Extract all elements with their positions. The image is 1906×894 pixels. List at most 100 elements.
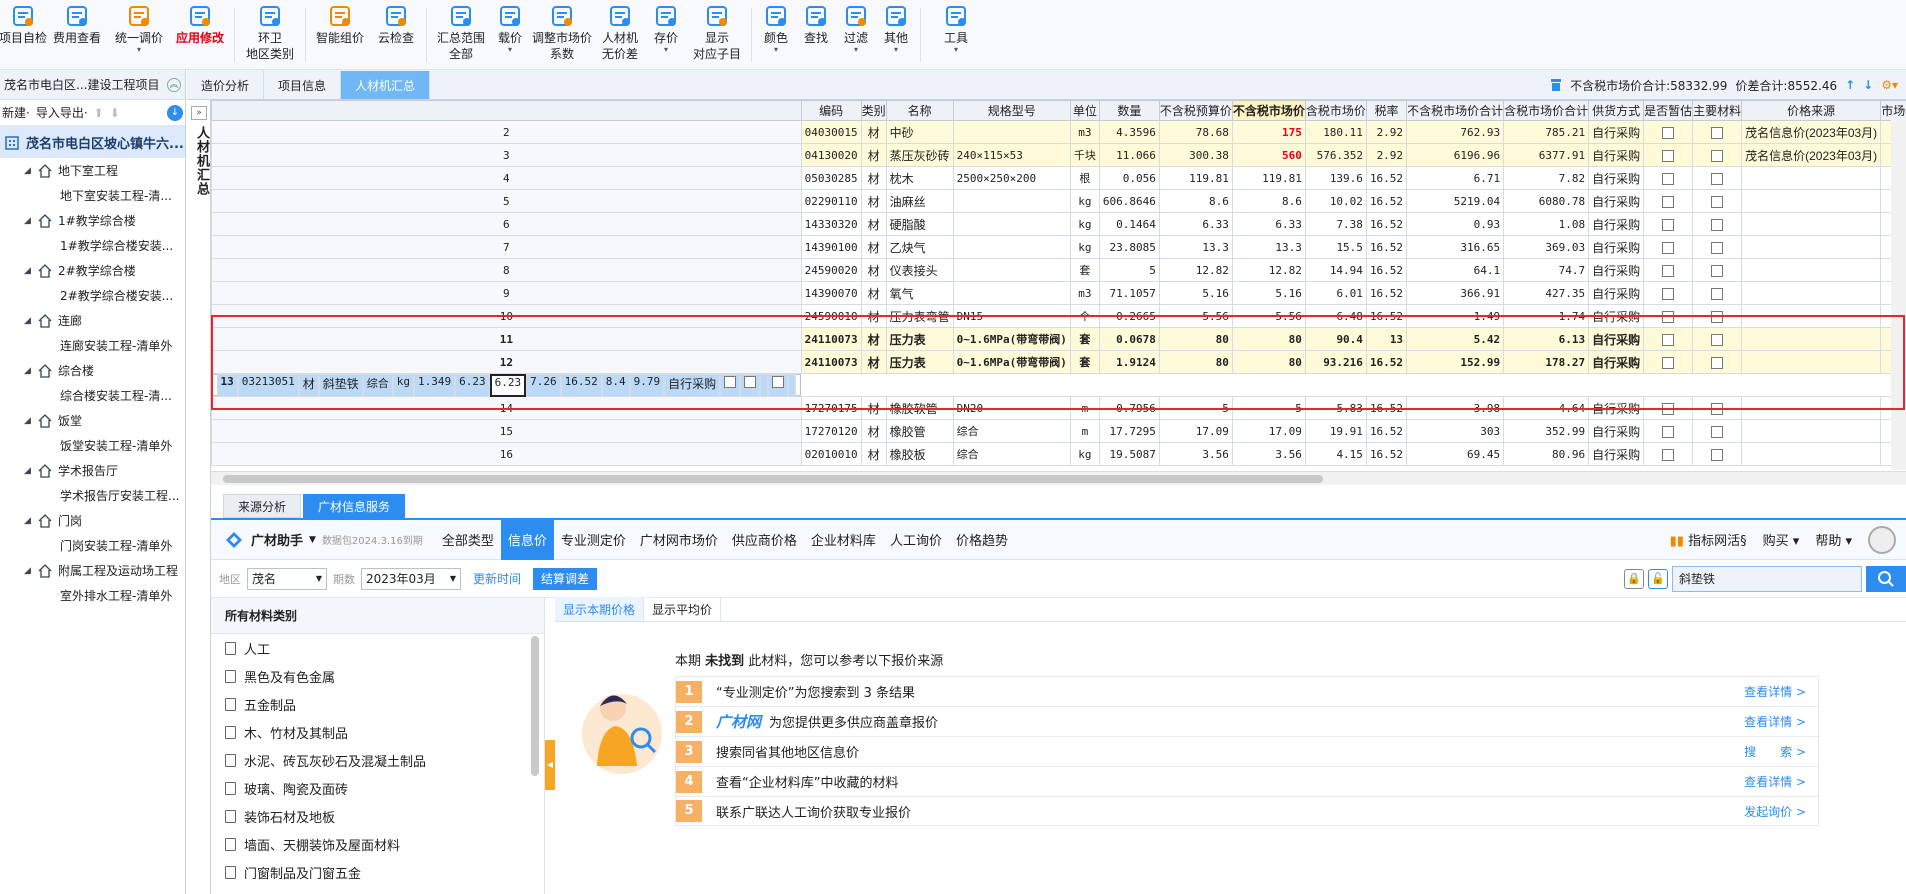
table-row[interactable]: 2 04030015 材中砂 m3 4.3596 78.68 175 180.11 2.92 76… [211, 120, 1906, 144]
row-number[interactable]: 9 [211, 281, 802, 305]
table-cell[interactable]: 5 [1158, 396, 1233, 420]
table-cell[interactable]: 427.35 [1503, 281, 1590, 305]
checkbox[interactable] [1662, 126, 1675, 139]
table-cell[interactable]: 6.23 [489, 373, 527, 397]
table-row[interactable]: 3 04130020 材蒸压灰砂砖 240×115×53 千块 11.066 300.38 5… [211, 143, 1906, 167]
table-cell[interactable]: 自行采购 [1588, 143, 1645, 167]
toolbar-display-button[interactable]: 显示 对应子目 [687, 0, 747, 70]
column-header[interactable]: 主要材料 [1692, 100, 1743, 121]
table-cell[interactable]: 自行采购 [1588, 327, 1645, 351]
checkbox[interactable] [1662, 356, 1675, 369]
table-cell[interactable]: 自行采购 [1588, 304, 1645, 328]
table-cell[interactable] [952, 235, 1071, 259]
checkbox[interactable] [1662, 218, 1675, 231]
tree-subunit-item[interactable]: 学术报告厅安装工程... [0, 483, 185, 508]
user-avatar[interactable] [1868, 525, 1896, 554]
table-cell[interactable]: 6377.91 [1503, 143, 1590, 167]
table-cell[interactable]: 16.52 [1365, 281, 1408, 305]
table-cell[interactable]: DN15 [952, 304, 1071, 328]
toolbar-balance-button[interactable]: 人材机 无价差 [595, 0, 645, 70]
table-cell[interactable]: 7.82 [1503, 166, 1590, 190]
toolbar-save-price-button[interactable]: 存价 ▾ [645, 0, 687, 70]
table-cell[interactable]: 自行采购 [1588, 212, 1645, 236]
column-header[interactable]: 名称 [885, 100, 954, 121]
tree-subunit-item[interactable]: 连廊安装工程-清单外 [0, 333, 185, 358]
vertical-tab-label[interactable]: 人材机汇总 [192, 126, 211, 196]
category-item[interactable]: 墙面、天棚装饰及屋面材料 [211, 830, 544, 858]
tab-current-price[interactable]: 显示本期价格 [555, 597, 645, 621]
table-cell[interactable]: 自行采购 [1588, 396, 1645, 420]
table-cell[interactable]: 5.16 [1231, 281, 1306, 305]
table-cell[interactable]: 175 [1231, 120, 1306, 144]
checkbox-cell[interactable] [1643, 120, 1694, 144]
checkbox[interactable] [1662, 149, 1675, 162]
table-cell[interactable]: 316.65 [1406, 235, 1505, 259]
toolbar-check-button[interactable]: 项目自检 [0, 0, 47, 70]
checkbox[interactable] [1662, 310, 1675, 323]
tree-unit-item[interactable]: ◢ 饭堂 [0, 408, 185, 433]
table-cell[interactable]: 785.21 [1503, 120, 1590, 144]
scroll-thumb[interactable] [223, 475, 1323, 483]
toolbar-cost-view-button[interactable]: 费用查看 [46, 0, 108, 70]
checkbox-cell[interactable] [1692, 120, 1743, 144]
checkbox-cell[interactable] [768, 373, 789, 397]
table-cell[interactable]: 240×115×53 [952, 143, 1071, 167]
table-cell[interactable]: 压力表弯管 [885, 304, 954, 328]
table-cell[interactable]: 119.81 [1158, 166, 1233, 190]
table-row[interactable]: 7 14390100 材乙炔气 kg 23.8085 13.3 13.3 15.5 16.52 3… [211, 235, 1906, 259]
checkbox-cell[interactable] [1692, 419, 1743, 443]
column-header[interactable]: 规格型号 [952, 100, 1071, 121]
tree-unit-item[interactable]: ◢ 综合楼 [0, 358, 185, 383]
table-cell[interactable]: 12.82 [1231, 258, 1306, 282]
table-cell[interactable]: 材 [860, 281, 887, 305]
table-cell[interactable]: 材 [860, 120, 887, 144]
material-search-input[interactable]: 斜垫铁 [1672, 565, 1862, 592]
table-cell[interactable]: 橡胶软管 [885, 396, 954, 420]
expand-triangle-icon[interactable]: ◢ [24, 316, 38, 326]
panel-collapse-handle[interactable]: ◀ [545, 740, 555, 790]
table-cell[interactable]: 16.52 [1365, 350, 1408, 374]
table-cell[interactable] [952, 189, 1071, 213]
table-cell[interactable]: 枕木 [885, 166, 954, 190]
row-number[interactable]: 4 [211, 166, 802, 190]
checkbox-cell[interactable] [1643, 327, 1694, 351]
table-cell[interactable] [1741, 189, 1882, 213]
row-number[interactable]: 7 [211, 235, 802, 259]
table-cell[interactable]: 23.8085 [1098, 235, 1160, 259]
toolbar-color-button[interactable]: 颜色 ▾ [756, 0, 796, 70]
table-cell[interactable]: 80 [1231, 327, 1306, 351]
table-cell[interactable]: 2500×250×200 [952, 166, 1071, 190]
toolbar-cloud-check-button[interactable]: 云检查 [370, 0, 422, 70]
table-cell[interactable]: 蒸压灰砂砖 [885, 143, 954, 167]
table-cell[interactable]: 0~1.6MPa(带弯带阀) [952, 327, 1071, 351]
row-number[interactable]: 13 [216, 373, 238, 397]
checkbox-cell[interactable] [1692, 281, 1743, 305]
table-cell[interactable]: m [1069, 396, 1100, 420]
table-cell[interactable]: 14330320 [800, 212, 862, 236]
table-cell[interactable]: 4.15 [1304, 442, 1367, 466]
table-cell[interactable]: 茂名信息价(2023年03月) [1741, 120, 1882, 144]
expand-triangle-icon[interactable]: ◢ [24, 166, 38, 176]
download-icon[interactable]: ↓ [167, 104, 183, 121]
table-cell[interactable]: 自行采购 [1588, 166, 1645, 190]
table-cell[interactable]: 压力表 [885, 350, 954, 374]
table-cell[interactable]: 15.5 [1304, 235, 1367, 259]
help-menu[interactable]: 帮助 ▾ [1815, 530, 1852, 549]
checkbox-cell[interactable] [1643, 304, 1694, 328]
table-cell[interactable] [1741, 442, 1882, 466]
category-item[interactable]: 装饰石材及地板 [211, 802, 544, 830]
tree-root-project[interactable]: 茂名市电白区坡心镇牛六... [0, 126, 185, 158]
table-cell[interactable]: 05030285 [800, 166, 862, 190]
toolbar-smart-price-button[interactable]: 智能组价 [310, 0, 370, 70]
option-action-link[interactable]: 发起询价 > [1744, 803, 1806, 820]
table-cell[interactable]: 1.08 [1503, 212, 1590, 236]
table-cell[interactable]: 自行采购 [1588, 189, 1645, 213]
region-select[interactable]: 茂名 ▼ [247, 567, 327, 590]
table-cell[interactable]: 材 [860, 442, 887, 466]
checkbox-cell[interactable] [1643, 442, 1694, 466]
table-cell[interactable]: 材 [860, 258, 887, 282]
checkbox[interactable] [1711, 356, 1724, 369]
checkbox-cell[interactable] [1692, 327, 1743, 351]
gc-nav-link[interactable]: 供应商价格 [725, 520, 804, 560]
table-cell[interactable]: m3 [1069, 120, 1100, 144]
